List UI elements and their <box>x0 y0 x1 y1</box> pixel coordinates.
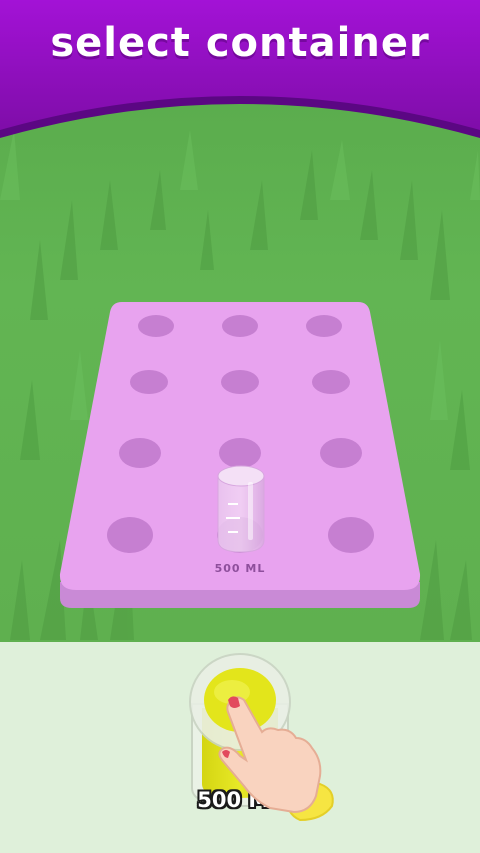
tray-slot <box>328 517 374 553</box>
tray-slot <box>119 438 161 468</box>
tray-slot <box>130 370 168 394</box>
tray-slot <box>138 315 174 337</box>
tray-slot <box>221 370 259 394</box>
tray-slot <box>222 315 258 337</box>
tray-slot <box>219 438 261 468</box>
container-tray <box>59 302 421 608</box>
placed-container-label: 500 ML <box>214 562 266 575</box>
tray-slot <box>306 315 342 337</box>
game-scene: select container 500 ML 500 ML <box>0 0 480 853</box>
tray-slot <box>312 370 350 394</box>
tray-slot <box>107 517 153 553</box>
container-option-label: 500 ML <box>197 788 283 812</box>
placed-beaker-icon <box>217 465 265 553</box>
tray-slot <box>320 438 362 468</box>
